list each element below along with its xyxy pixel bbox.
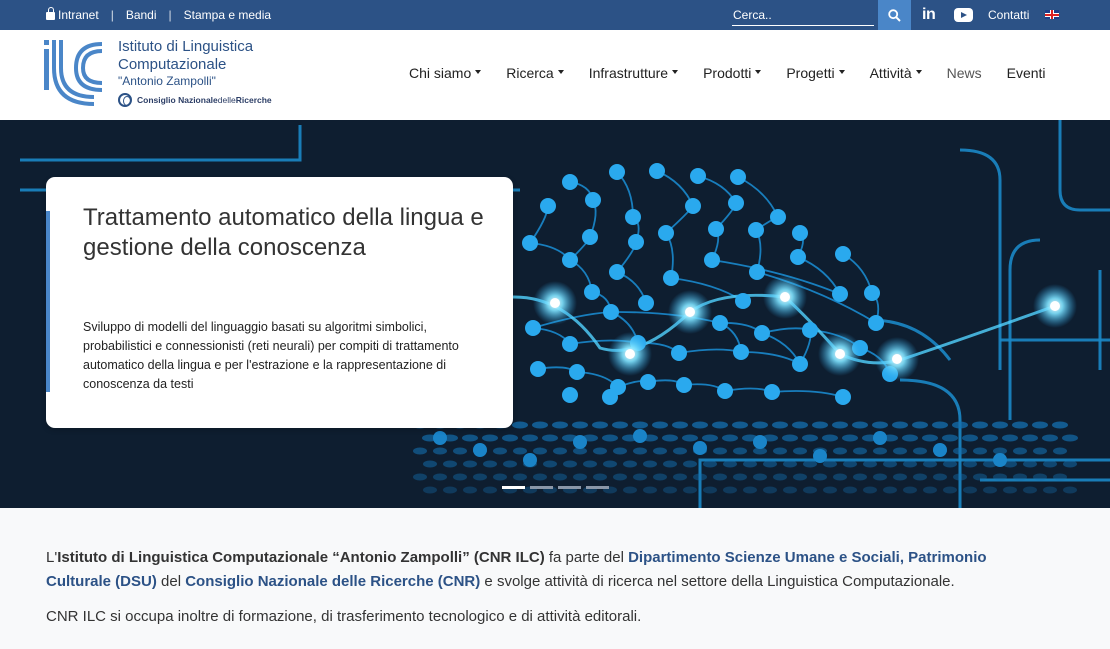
search-icon <box>888 8 901 22</box>
caret-down-icon <box>475 70 482 74</box>
hero-card: Trattamento automatico della lingua e ge… <box>46 177 513 428</box>
nav-progetti[interactable]: Progetti <box>786 65 845 81</box>
intranet-link[interactable]: Intranet <box>58 8 99 22</box>
nav-eventi[interactable]: Eventi <box>1007 65 1046 81</box>
intro-text: fa parte del <box>544 549 629 566</box>
caret-down-icon <box>915 70 922 74</box>
caret-down-icon <box>672 70 679 74</box>
carousel-indicator[interactable] <box>502 486 525 489</box>
intro-text: del <box>156 573 186 590</box>
intro-text: e svolge attività di ricerca nel settore… <box>480 573 955 590</box>
hero-title: Trattamento automatico della lingua e ge… <box>83 204 484 261</box>
nav-prodotti[interactable]: Prodotti <box>703 65 762 81</box>
carousel-indicator[interactable] <box>558 486 581 489</box>
top-links: Intranet | Bandi | Stampa e media <box>46 0 271 30</box>
cnr-emblem-icon <box>118 93 132 107</box>
english-flag-icon[interactable] <box>1045 10 1059 19</box>
cnr-name-a: Consiglio Nazionale <box>137 95 218 105</box>
site-header: Istituto di Linguistica Computazionale "… <box>0 30 1110 120</box>
caret-down-icon <box>838 70 845 74</box>
search-button[interactable] <box>878 0 911 30</box>
accent-bar <box>46 211 50 392</box>
nav-news[interactable]: News <box>947 65 982 81</box>
hero-description: Sviluppo di modelli del linguaggio basat… <box>83 320 459 391</box>
nav-label: Attività <box>869 65 912 81</box>
hero-carousel: Trattamento automatico della lingua e ge… <box>0 120 1110 508</box>
lock-icon <box>46 7 55 20</box>
nav-attivita[interactable]: Attività <box>870 65 922 81</box>
nav-label: Infrastrutture <box>588 65 669 81</box>
nav-infrastrutture[interactable]: Infrastrutture <box>588 65 679 81</box>
carousel-indicator[interactable] <box>530 486 553 489</box>
intro-paragraph: L'Istituto di Linguistica Computazionale… <box>46 546 1046 594</box>
contatti-link[interactable]: Contatti <box>988 8 1029 22</box>
nav-chi-siamo[interactable]: Chi siamo <box>409 65 482 81</box>
search-field <box>732 4 874 26</box>
nav-ricerca[interactable]: Ricerca <box>506 65 564 81</box>
search-input[interactable] <box>732 4 874 25</box>
organization-name[interactable]: Istituto di Linguistica Computazionale "… <box>118 38 253 88</box>
bandi-link[interactable]: Bandi <box>126 8 157 22</box>
institute-name: Istituto di Linguistica Computazionale “… <box>57 549 545 566</box>
linkedin-icon[interactable]: in <box>922 6 936 24</box>
intro-text: L' <box>46 549 58 566</box>
nav-label: Chi siamo <box>409 65 472 81</box>
youtube-icon[interactable] <box>954 8 973 22</box>
stampa-media-link[interactable]: Stampa e media <box>184 8 271 22</box>
intro-section: L'Istituto di Linguistica Computazionale… <box>0 508 1110 649</box>
carousel-indicator[interactable] <box>586 486 609 489</box>
cnr-name-c: Ricerche <box>235 95 272 105</box>
caret-down-icon <box>755 70 762 74</box>
nav-label: Prodotti <box>703 65 752 81</box>
ilc-logo[interactable] <box>44 38 108 108</box>
nav-label: Ricerca <box>506 65 554 81</box>
carousel-indicators <box>502 486 614 489</box>
nav-label: Progetti <box>786 65 835 81</box>
org-name-line3: "Antonio Zampolli" <box>118 74 216 88</box>
cnr-logo[interactable]: Consiglio Nazionale delle Ricerche <box>118 93 272 107</box>
separator: | <box>110 8 114 22</box>
cnr-name-b: delle <box>217 95 236 105</box>
intro-paragraph-2: CNR ILC si occupa inoltre di formazione,… <box>46 608 642 625</box>
org-name-line2: Computazionale <box>118 56 227 73</box>
cnr-link[interactable]: Consiglio Nazionale delle Ricerche (CNR) <box>185 573 480 590</box>
main-nav: Chi siamo Ricerca Infrastrutture Prodott… <box>409 65 1071 81</box>
org-name-line1: Istituto di Linguistica <box>118 38 254 55</box>
separator: | <box>168 8 172 22</box>
caret-down-icon <box>557 70 564 74</box>
top-bar: Intranet | Bandi | Stampa e media in Con… <box>0 0 1110 30</box>
